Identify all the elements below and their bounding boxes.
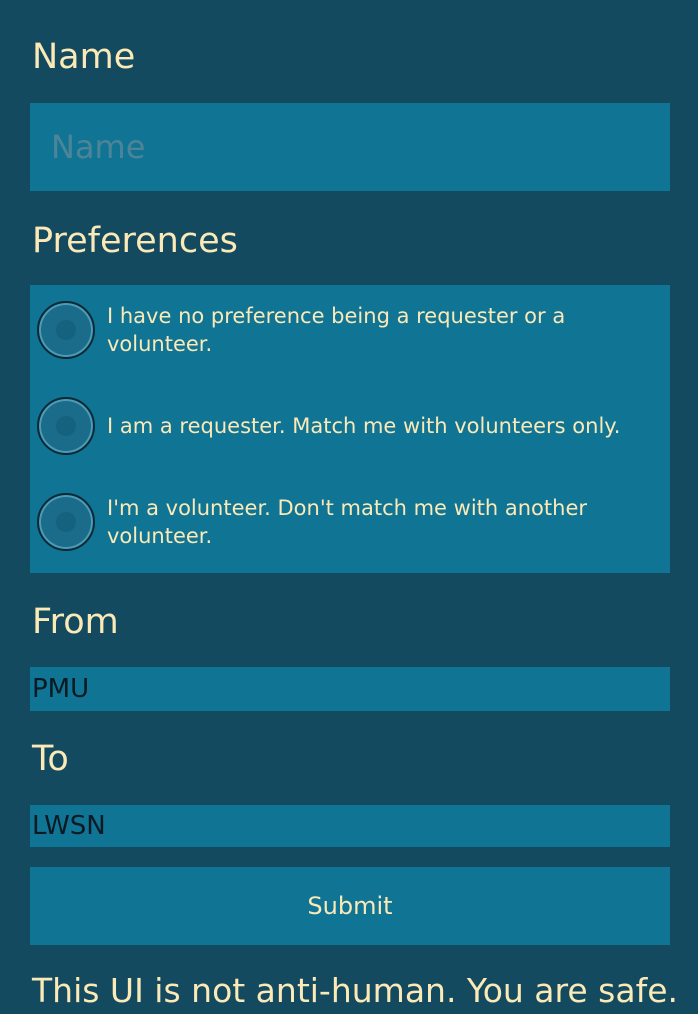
from-label: From xyxy=(32,602,119,642)
from-field[interactable]: PMU xyxy=(30,667,670,711)
name-input[interactable] xyxy=(30,103,670,191)
safety-message: This UI is not anti-human. You are safe. xyxy=(32,971,678,1010)
preference-option-label: I have no preference being a requester o… xyxy=(107,304,566,356)
radio-button-icon[interactable] xyxy=(37,301,95,359)
preferences-radio-group: I have no preference being a requester o… xyxy=(30,285,670,573)
name-label: Name xyxy=(32,37,136,77)
preference-option-label: I am a requester. Match me with voluntee… xyxy=(107,414,621,438)
preferences-label: Preferences xyxy=(32,221,238,261)
to-label: To xyxy=(32,739,69,779)
from-value: PMU xyxy=(32,674,90,704)
preference-option-volunteer[interactable]: I'm a volunteer. Don't match me with ano… xyxy=(37,493,647,551)
preference-option-requester[interactable]: I am a requester. Match me with voluntee… xyxy=(37,397,647,455)
preference-option-label: I'm a volunteer. Don't match me with ano… xyxy=(107,496,588,548)
submit-button[interactable]: Submit xyxy=(30,867,670,945)
preference-option-no-preference[interactable]: I have no preference being a requester o… xyxy=(37,301,647,359)
radio-button-icon[interactable] xyxy=(37,493,95,551)
radio-button-icon[interactable] xyxy=(37,397,95,455)
to-value: LWSN xyxy=(32,811,106,841)
to-field[interactable]: LWSN xyxy=(30,805,670,847)
